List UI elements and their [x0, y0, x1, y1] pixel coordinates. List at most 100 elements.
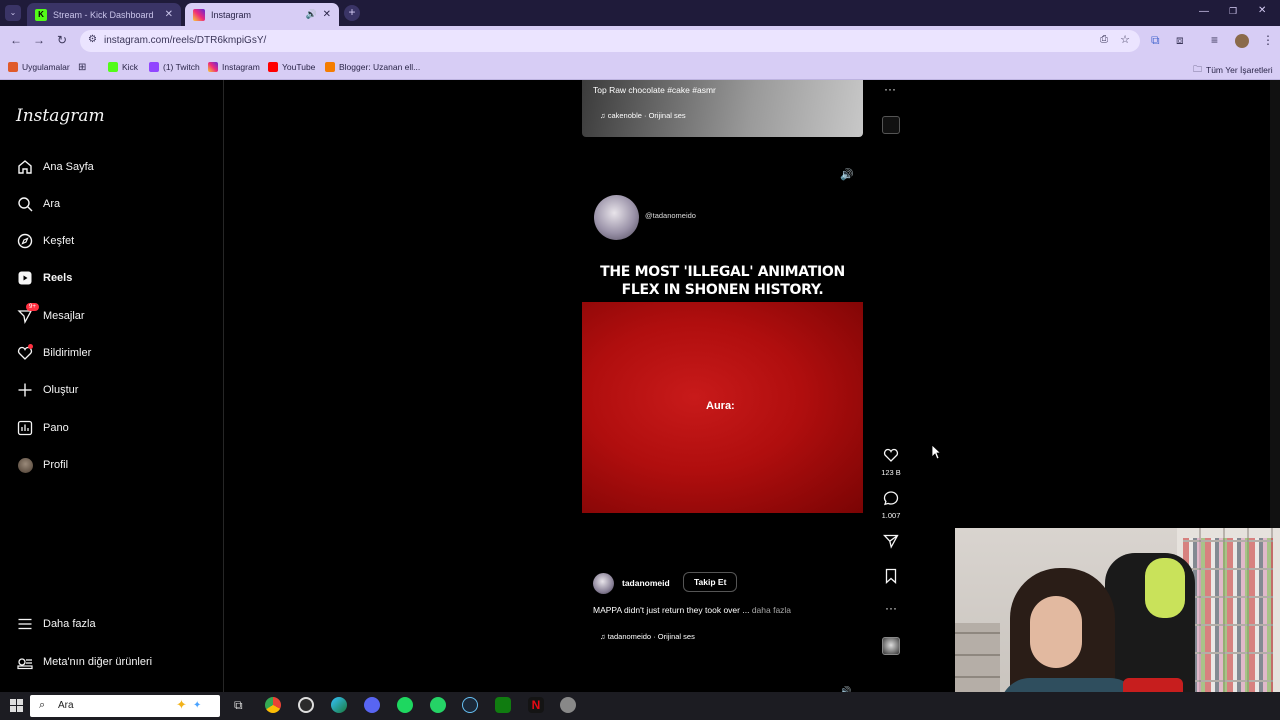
taskbar-search[interactable]: ⌕ Ara ✦ ✦	[30, 695, 220, 717]
twitch-logo-icon	[149, 62, 159, 72]
browser-tab-strip: ⌄ K Stream - Kick Dashboard ✕ Instagram …	[0, 0, 1280, 26]
comment-icon[interactable]	[880, 490, 902, 511]
windows-start-icon[interactable]	[10, 699, 23, 717]
forward-icon[interactable]: →	[33, 33, 45, 47]
all-bookmarks[interactable]: 🗀 Tüm Yer İşaretleri	[1193, 62, 1273, 78]
media-controls-icon[interactable]: ≡	[1211, 33, 1218, 47]
site-info-icon[interactable]: ⚙	[88, 34, 97, 45]
more-link[interactable]: daha fazla	[752, 605, 791, 615]
bookmarks-bar: Uygulamalar ⊞ Kick (1) Twitch Instagram …	[0, 56, 1280, 80]
obs-icon[interactable]	[298, 697, 314, 713]
bookmark-youtube[interactable]: YouTube	[268, 62, 315, 72]
bookmark-star-icon[interactable]: ☆	[1120, 33, 1130, 46]
steam-icon[interactable]	[462, 697, 478, 713]
reel-caption: MAPPA didn't just return they took over …	[593, 605, 791, 615]
instagram-sidebar: Instagram Ana Sayfa Ara Keşfet Reels 9+ …	[0, 80, 224, 692]
nav-messages[interactable]: 9+ Mesajlar	[16, 303, 85, 328]
caption-text: Top Raw chocolate	[593, 85, 665, 95]
speaker-icon[interactable]: 🔊	[306, 9, 317, 20]
tab-kick-dashboard[interactable]: K Stream - Kick Dashboard ✕	[27, 3, 181, 26]
kick-logo-icon	[108, 62, 118, 72]
apps-grid-icon	[8, 62, 18, 72]
bookmark-instagram[interactable]: Instagram	[208, 62, 260, 72]
tab-instagram[interactable]: Instagram 🔊 ✕	[185, 3, 339, 26]
nav-explore[interactable]: Keşfet	[16, 229, 74, 253]
nav-dashboard[interactable]: Pano	[16, 416, 69, 440]
blogger-logo-icon	[325, 62, 335, 72]
new-tab-button[interactable]: +	[344, 5, 360, 21]
maximize-button[interactable]: ❐	[1229, 6, 1237, 17]
heart-icon	[16, 344, 34, 362]
minimize-button[interactable]: —	[1199, 6, 1209, 17]
bookmark-label: Tüm Yer İşaretleri	[1206, 65, 1273, 75]
close-window-button[interactable]: ✕	[1258, 5, 1266, 16]
message-badge: 9+	[26, 303, 39, 311]
reel-audio[interactable]: ♫ tadanomeido · Orijinal ses	[600, 632, 695, 641]
author-avatar[interactable]	[593, 573, 614, 594]
follow-button[interactable]: Takip Et	[683, 572, 738, 592]
bookmark-label: Blogger: Uzanan ell...	[339, 62, 421, 72]
mute-toggle-icon[interactable]: 🔊	[840, 168, 854, 181]
nav-create[interactable]: Oluştur	[16, 378, 78, 402]
hamburger-icon	[16, 615, 34, 633]
previous-reel[interactable]: Top Raw chocolate #cake #asmr ♫ cakenobl…	[582, 80, 863, 137]
whatsapp-icon[interactable]	[430, 697, 446, 713]
discord-icon[interactable]	[364, 697, 380, 713]
spotify-icon[interactable]	[397, 697, 413, 713]
netflix-icon[interactable]: N	[528, 697, 544, 713]
nav-reels[interactable]: Reels	[16, 266, 72, 290]
app-icon[interactable]	[560, 697, 576, 713]
folder-icon: 🗀	[1193, 64, 1203, 74]
close-tab-icon[interactable]: ✕	[323, 9, 331, 20]
nav-meta-products[interactable]: Meta'nın diğer ürünleri	[16, 650, 152, 674]
nav-search[interactable]: Ara	[16, 192, 60, 216]
meta-grid-icon	[16, 653, 34, 671]
previous-reel-audio[interactable]: ♫ cakenoble · Orijinal ses	[600, 111, 686, 120]
music-note-icon: ♫	[600, 632, 606, 641]
xbox-icon[interactable]	[495, 697, 511, 713]
sparkle-icon: ✦	[176, 697, 187, 712]
share-icon[interactable]	[880, 533, 902, 554]
instagram-logo[interactable]: Instagram	[16, 106, 105, 126]
previous-reel-audio-thumb[interactable]	[882, 116, 900, 134]
more-options-icon[interactable]: ···	[880, 601, 902, 615]
back-icon[interactable]: ←	[10, 33, 22, 47]
bookmark-twitch[interactable]: (1) Twitch	[149, 62, 200, 72]
nav-label: Keşfet	[43, 235, 75, 247]
nav-home[interactable]: Ana Sayfa	[16, 155, 94, 179]
edge-icon[interactable]	[331, 697, 347, 713]
audio-thumbnail[interactable]	[882, 637, 900, 655]
task-view-icon[interactable]: ⧉	[234, 698, 243, 713]
bookmark-blogger[interactable]: Blogger: Uzanan ell...	[325, 62, 420, 72]
menu-icon[interactable]: ⋮	[1262, 33, 1274, 47]
caption-text: MAPPA didn't just return they took over …	[593, 605, 750, 615]
hashtags-link[interactable]: #cake #asmr	[667, 85, 716, 95]
install-app-icon[interactable]: ⎙	[1100, 34, 1108, 45]
nav-label: Meta'nın diğer ürünleri	[43, 656, 153, 668]
bookmark-kick[interactable]: Kick	[108, 62, 138, 72]
chart-icon	[16, 419, 34, 437]
save-icon[interactable]	[880, 568, 902, 589]
nav-profile[interactable]: Profil	[16, 453, 68, 477]
like-count: 123 B	[881, 468, 901, 477]
reel-video[interactable]: 🔊 @tadanomeido THE MOST 'ILLEGAL' ANIMAT…	[582, 158, 863, 658]
mouse-cursor-icon	[931, 444, 942, 465]
nav-notifications[interactable]: Bildirimler	[16, 341, 91, 365]
like-icon[interactable]	[880, 447, 902, 468]
profile-avatar[interactable]	[1235, 34, 1249, 48]
previous-reel-more-icon[interactable]: ···	[884, 82, 896, 96]
author-username[interactable]: tadanomeid	[622, 578, 670, 588]
close-tab-icon[interactable]: ✕	[165, 9, 173, 20]
address-bar[interactable]: ⚙ instagram.com/reels/DTR6kmpiGsY/ ⎙ ☆	[80, 30, 1140, 52]
extensions-icon[interactable]: ⧈	[1176, 33, 1184, 48]
overlay-handle: @tadanomeido	[645, 211, 696, 220]
bookmark-grid[interactable]: ⊞	[78, 62, 86, 73]
bookmark-apps[interactable]: Uygulamalar	[8, 62, 70, 72]
browser-toolbar: ← → ↻ ⚙ instagram.com/reels/DTR6kmpiGsY/…	[0, 26, 1280, 56]
translate-icon[interactable]: ⧉	[1151, 33, 1160, 48]
nav-more[interactable]: Daha fazla	[16, 612, 96, 636]
reload-icon[interactable]: ↻	[57, 33, 67, 47]
tab-search-button[interactable]: ⌄	[5, 5, 21, 21]
chrome-icon[interactable]	[265, 697, 281, 713]
audio-label: tadanomeido · Orijinal ses	[607, 632, 695, 641]
